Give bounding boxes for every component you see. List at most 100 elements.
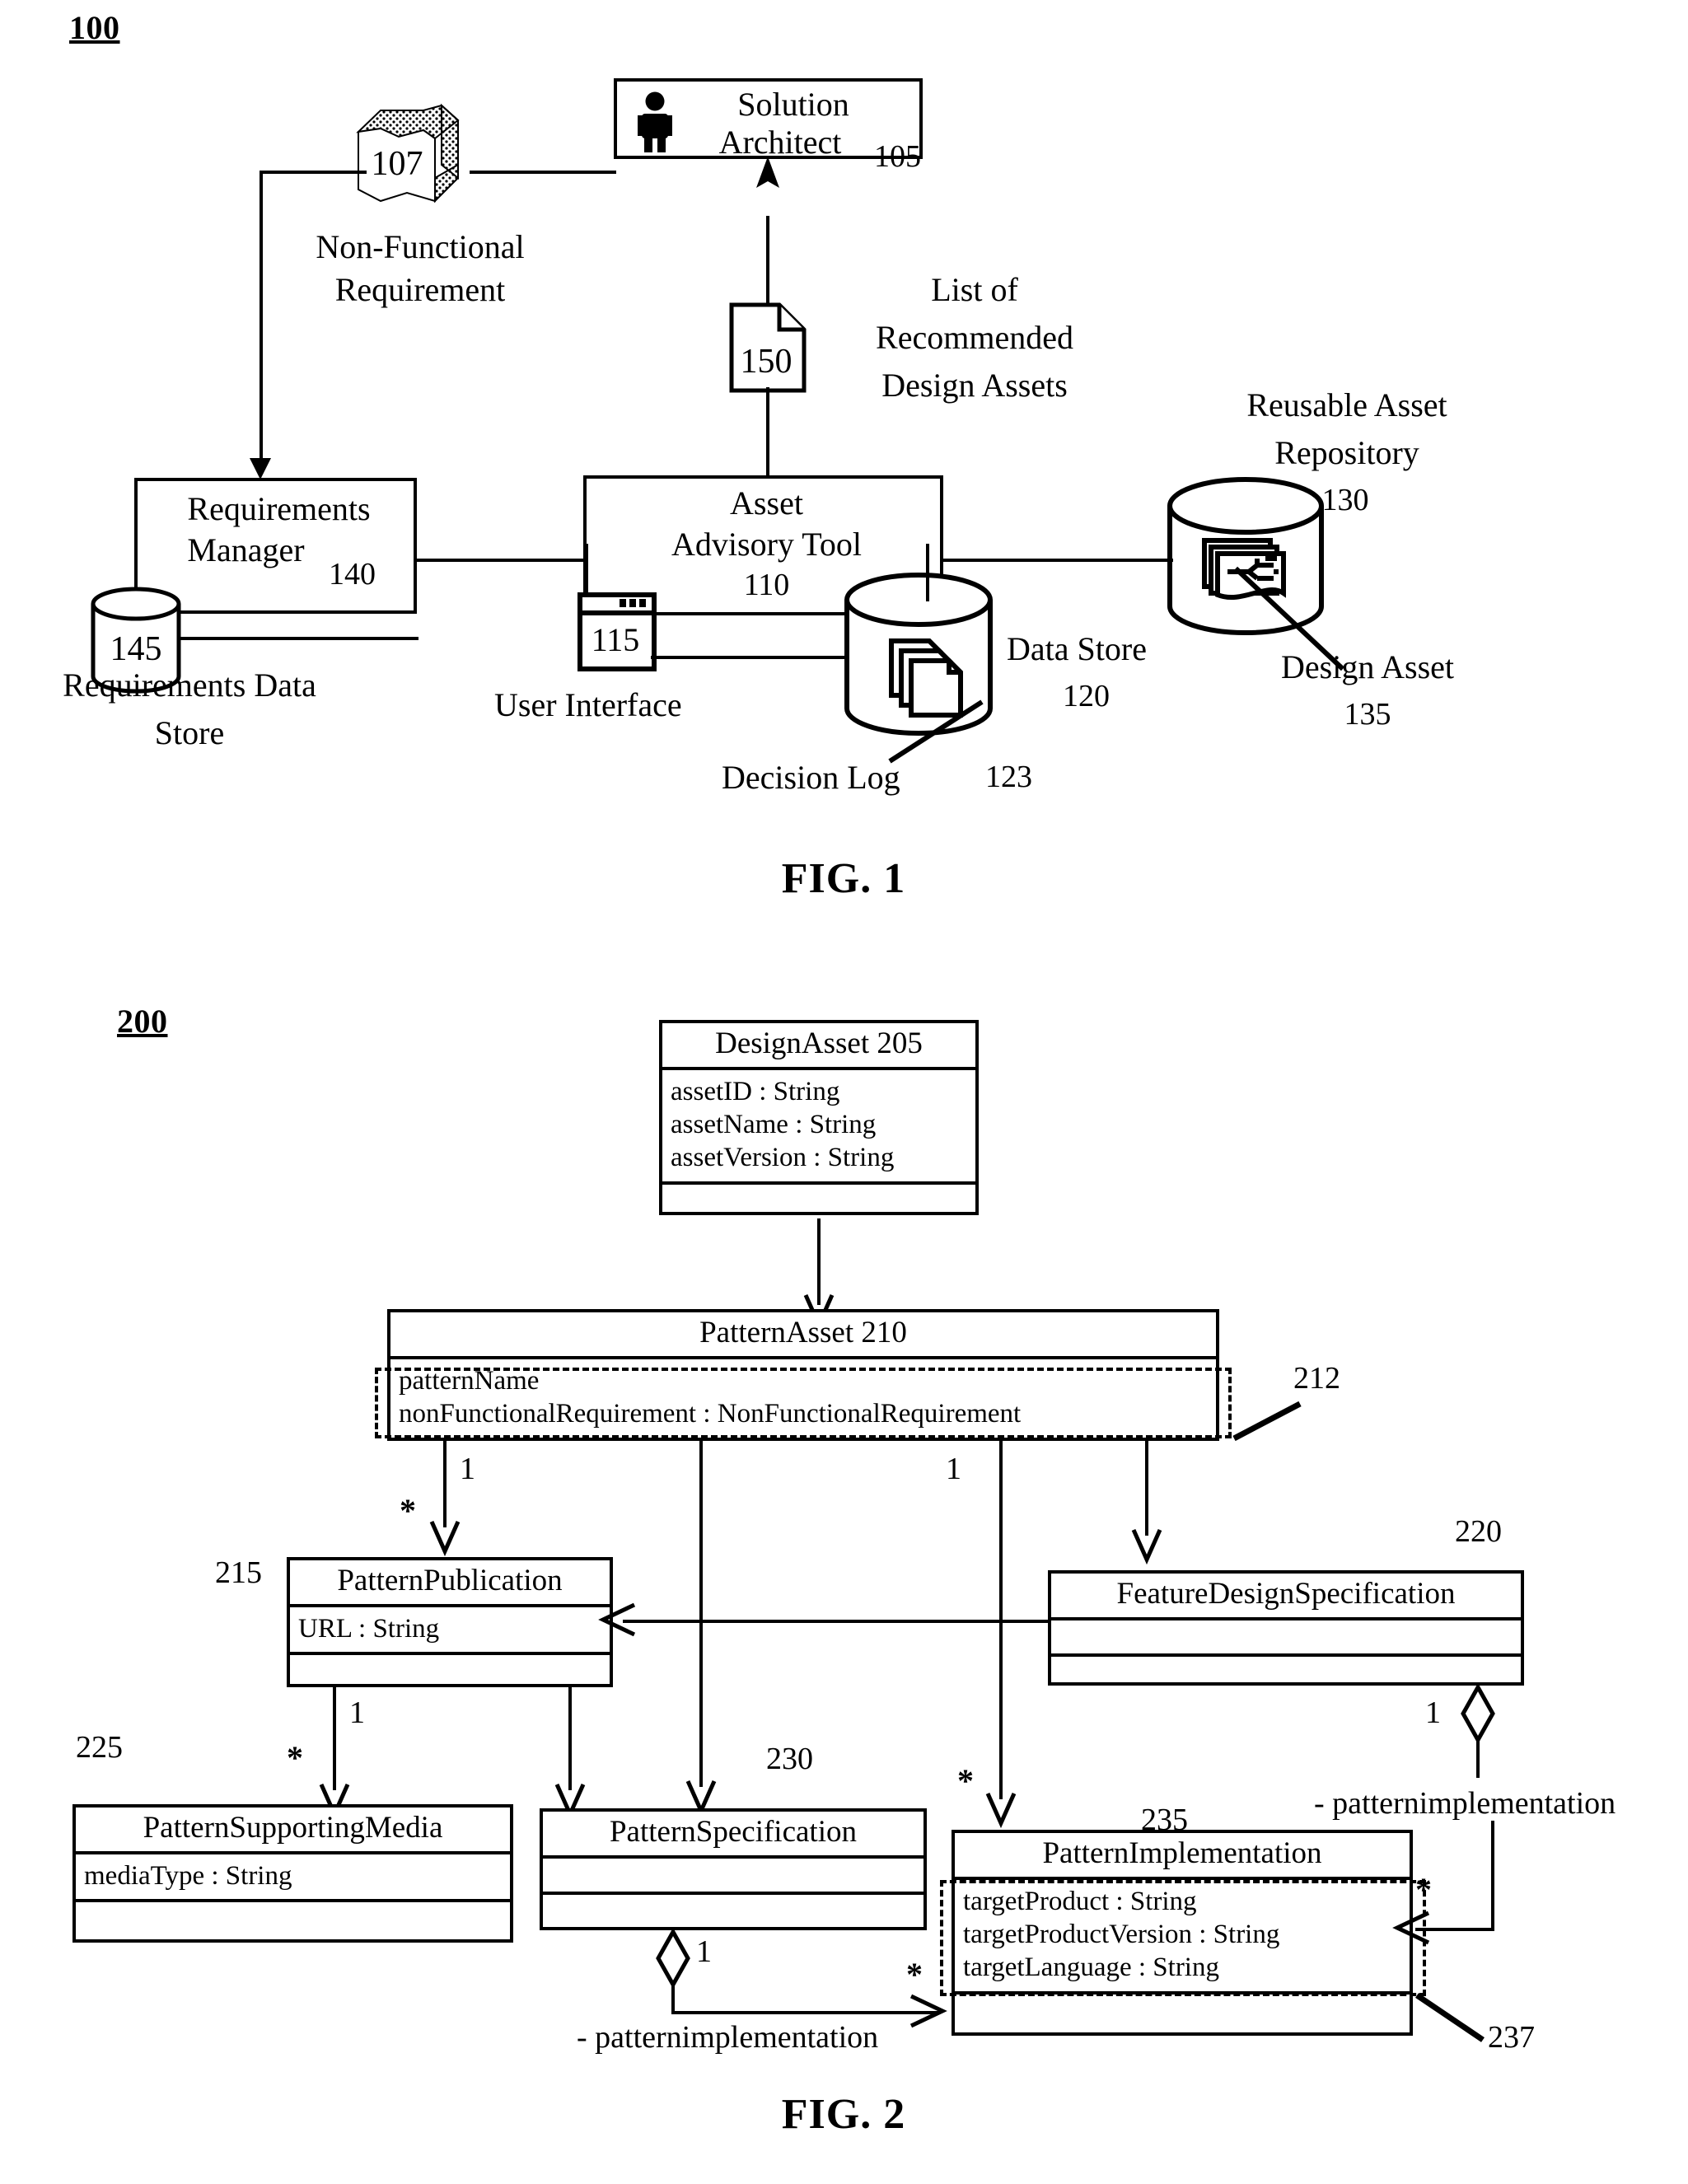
person-icon [637, 91, 673, 152]
figure-2-caption: FIG. 2 [781, 2091, 906, 2138]
arrowhead-fds [1131, 1528, 1162, 1565]
highlight-band-212 [375, 1368, 1232, 1438]
solution-architect-label-line1: Solution [737, 86, 849, 123]
connector-fds-to-pub [623, 1620, 1050, 1623]
connector-pa-to-pub [443, 1441, 447, 1527]
figure-1-number: 100 [69, 9, 120, 46]
arrowhead-spec-center [685, 1779, 717, 1817]
solution-architect-ref: 105 [874, 139, 921, 174]
decision-log-label: Decision Log [722, 759, 900, 796]
data-store-label: Data Store [1007, 630, 1147, 667]
arrowhead-pub-left [598, 1602, 636, 1638]
pattern-publication-attributes: URL : String [290, 1607, 610, 1656]
multiplicity-media-one: 1 [349, 1695, 365, 1730]
connector-pa-to-fds [1145, 1441, 1148, 1536]
connector-pa-to-spec [699, 1441, 703, 1787]
diamond-fds-aggregation [1460, 1682, 1496, 1745]
pattern-specification-ref: 230 [766, 1742, 813, 1776]
requirements-manager-line1: Requirements [187, 490, 371, 527]
connector-nfr-left [260, 171, 367, 174]
pattern-implementation-callout-237: 237 [1488, 2020, 1535, 2055]
asset-advisory-tool-line1: Asset [730, 484, 803, 521]
asset-advisory-tool-line2: Advisory Tool [671, 526, 862, 563]
callout-leader-212 [1232, 1401, 1308, 1442]
requirements-data-store-line2: Store [154, 714, 225, 751]
pattern-specification-title: PatternSpecification [543, 1812, 923, 1859]
connector-aat-to-repo [942, 559, 1173, 562]
multiplicity-pub-star: * [400, 1492, 416, 1529]
multiplicity-impl-star: * [957, 1762, 974, 1799]
arrowhead-impl-left [909, 1994, 947, 2029]
multiplicity-impl-one: 1 [946, 1452, 961, 1486]
list-of-recommended-line2: Recommended [876, 319, 1073, 356]
pattern-supporting-media-ref: 225 [76, 1730, 123, 1765]
feature-design-specification-attributes [1051, 1620, 1521, 1657]
multiplicity-spec-one: 1 [696, 1934, 712, 1969]
multiplicity-left-star: * [906, 1956, 923, 1993]
document-3d-icon: 107 [356, 103, 479, 204]
connector-spec-to-impl [671, 2011, 940, 2014]
connector-pub-to-spec [568, 1687, 572, 1790]
reusable-asset-repository-ref: 130 [1321, 483, 1369, 517]
arrowhead-impl-top [985, 1792, 1017, 1829]
data-store-ref: 120 [1063, 679, 1110, 713]
svg-text:150: 150 [741, 343, 793, 381]
decision-log-leader [888, 699, 989, 768]
connector-fds-down [1476, 1737, 1480, 1778]
requirements-data-store-line1: Requirements Data [63, 666, 316, 704]
connector-nfr-down [260, 171, 263, 461]
pattern-supporting-media-attributes: mediaType : String [76, 1854, 510, 1903]
connector-spec-down [671, 1981, 675, 2014]
arrowhead-pub [429, 1520, 461, 1557]
class-box-pattern-publication: PatternPublication URL : String [287, 1557, 613, 1687]
pattern-publication-ref: 215 [215, 1555, 262, 1590]
connector-aat-to-ui [585, 544, 588, 595]
design-asset-title: DesignAsset 205 [662, 1023, 975, 1070]
attribute: assetID : String [671, 1076, 840, 1106]
connector-150-up [766, 216, 769, 306]
attribute: URL : String [298, 1613, 440, 1644]
feature-design-specification-title: FeatureDesignSpecification [1051, 1574, 1521, 1620]
callout-leader-237 [1415, 1993, 1491, 2045]
connector-aat-to-datastore [926, 544, 929, 601]
reusable-asset-repository-line2: Repository [1274, 434, 1419, 471]
non-functional-requirement-label-line2: Requirement [334, 271, 506, 308]
pattern-specification-attributes [543, 1859, 923, 1895]
attribute: assetVersion : String [671, 1143, 895, 1173]
design-asset-operations [662, 1185, 975, 1209]
arrowhead-to-requirements-manager [250, 458, 271, 479]
list-of-recommended-line1: List of [931, 271, 1018, 308]
multiplicity-right-star: * [1415, 1871, 1432, 1908]
design-asset-attributes: assetID : String assetName : String asse… [662, 1070, 975, 1185]
reusable-asset-repository-line1: Reusable Asset [1246, 386, 1447, 423]
attribute: assetName : String [671, 1110, 877, 1140]
list-of-recommended-line3: Design Assets [881, 367, 1068, 404]
multiplicity-media-star: * [287, 1739, 303, 1776]
class-box-pattern-supporting-media: PatternSupportingMedia mediaType : Strin… [72, 1804, 513, 1943]
decision-log-ref: 123 [985, 760, 1032, 794]
pattern-asset-title: PatternAsset 210 [390, 1312, 1216, 1359]
pattern-publication-operations [290, 1655, 610, 1680]
non-functional-requirement-label-line1: Non-Functional [316, 228, 525, 265]
role-label-left-patternimplementation: - patternimplementation [577, 2020, 879, 2055]
multiplicity-fds-one: 1 [1425, 1695, 1441, 1730]
arrowhead-impl-right [1392, 1910, 1430, 1946]
pattern-implementation-title: PatternImplementation [955, 1833, 1410, 1880]
highlight-band-237 [940, 1880, 1426, 1996]
pattern-supporting-media-title: PatternSupportingMedia [76, 1808, 510, 1854]
feature-design-specification-ref: 220 [1455, 1514, 1502, 1549]
svg-text:145: 145 [110, 630, 162, 668]
patent-drawing-page: 100 Solution Architect 105 107 Non-Funct… [0, 0, 1688, 2184]
connector-nfr-to-architect [470, 171, 616, 174]
page-icon: 150 [728, 302, 807, 394]
svg-text:107: 107 [372, 145, 423, 183]
connector-ui-left [524, 559, 588, 562]
arrowhead-to-architect [755, 157, 781, 189]
window-icon: 115 [577, 592, 657, 672]
connector-pub-to-media [333, 1687, 336, 1790]
pattern-publication-title: PatternPublication [290, 1560, 610, 1607]
class-box-feature-design-specification: FeatureDesignSpecification [1048, 1570, 1524, 1686]
feature-design-specification-operations [1051, 1657, 1521, 1681]
user-interface-label: User Interface [494, 686, 682, 723]
figure-1-caption: FIG. 1 [781, 855, 906, 902]
